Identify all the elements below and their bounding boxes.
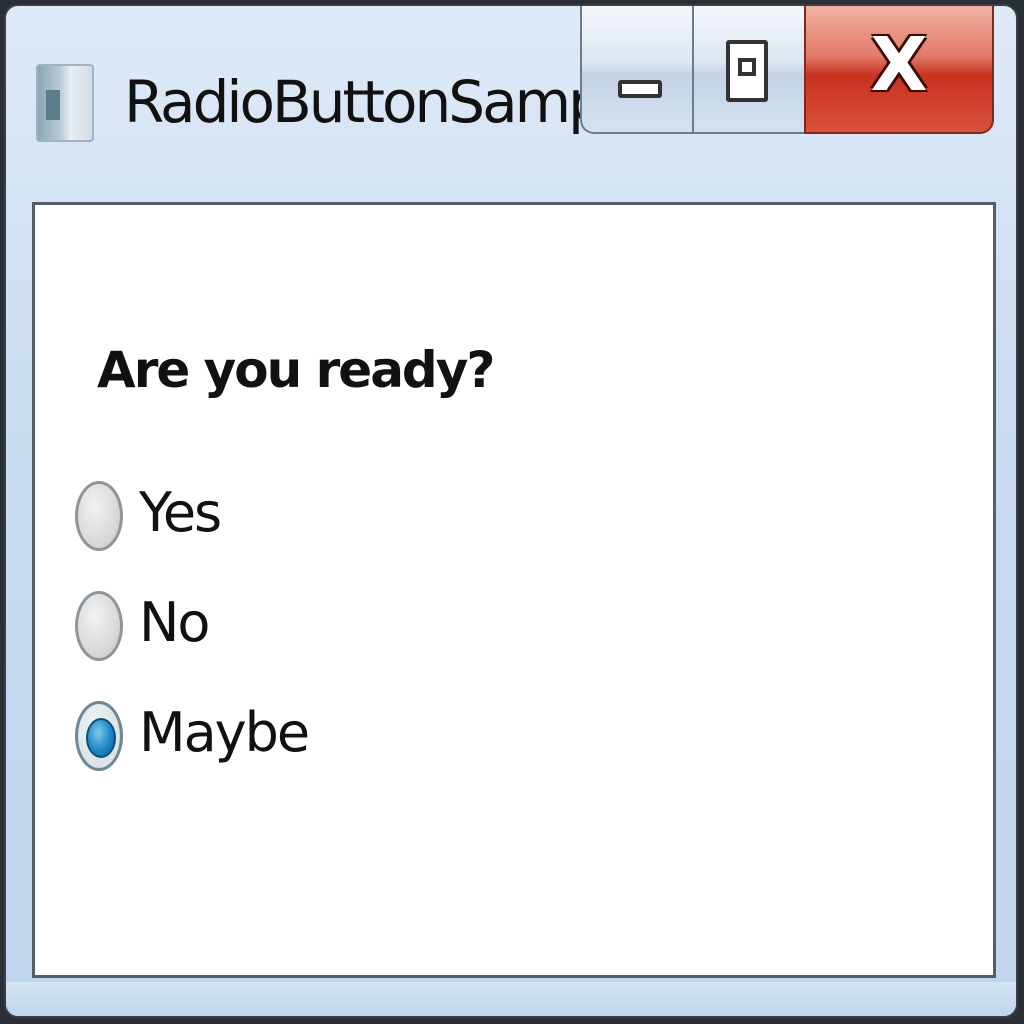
radio-label-no[interactable]: No bbox=[139, 583, 210, 663]
close-button[interactable]: X bbox=[804, 6, 994, 134]
close-icon: X bbox=[870, 22, 928, 108]
client-area: Are you ready? Yes No Maybe bbox=[32, 202, 996, 978]
radio-button-no[interactable] bbox=[75, 591, 123, 661]
window-title: RadioButtonSample bbox=[124, 68, 651, 136]
radio-option-yes[interactable]: Yes bbox=[75, 473, 495, 553]
radio-label-yes[interactable]: Yes bbox=[139, 473, 222, 553]
question-label: Are you ready? bbox=[97, 341, 495, 399]
radio-option-maybe[interactable]: Maybe bbox=[75, 693, 495, 773]
radio-button-maybe[interactable] bbox=[75, 701, 123, 771]
minimize-button[interactable] bbox=[580, 6, 694, 134]
radio-selected-dot bbox=[86, 718, 116, 758]
window-bottom-border bbox=[6, 982, 1016, 1016]
radio-button-yes[interactable] bbox=[75, 481, 123, 551]
radio-option-no[interactable]: No bbox=[75, 583, 495, 663]
maximize-button[interactable] bbox=[692, 6, 806, 134]
minimize-icon bbox=[618, 80, 662, 98]
radio-label-maybe[interactable]: Maybe bbox=[139, 693, 310, 773]
app-window-icon[interactable] bbox=[36, 64, 94, 142]
caption-buttons: X bbox=[580, 6, 994, 138]
app-window: RadioButtonSample X Are you ready? Yes N… bbox=[4, 4, 1018, 1018]
title-bar[interactable]: RadioButtonSample X bbox=[6, 6, 1016, 198]
maximize-icon bbox=[726, 40, 768, 102]
